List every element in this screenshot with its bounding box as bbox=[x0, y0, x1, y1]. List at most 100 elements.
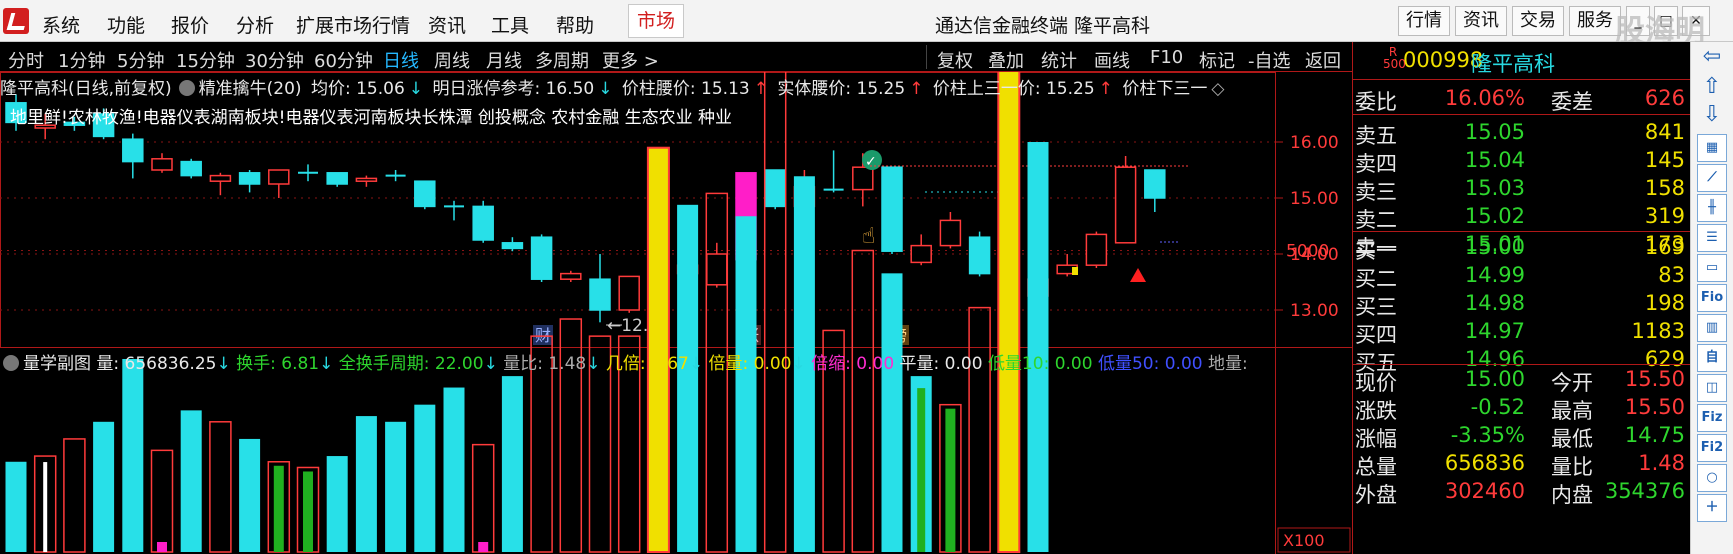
candle-body bbox=[881, 166, 903, 252]
dropdown-icon[interactable] bbox=[3, 355, 19, 371]
trade-button[interactable]: 交易 bbox=[1512, 6, 1564, 36]
kline-chart[interactable]: 16.0015.0014.0013.0015000100005000X100财涨… bbox=[0, 72, 1352, 554]
circle-icon[interactable]: ○ bbox=[1697, 464, 1727, 492]
market-button[interactable]: 市场 bbox=[628, 4, 684, 38]
tab-60min[interactable]: 60分钟 bbox=[314, 47, 373, 73]
tool-watchlist[interactable]: -自选 bbox=[1248, 47, 1291, 73]
volume-bar bbox=[93, 421, 115, 552]
candle-body bbox=[472, 205, 494, 241]
grid-icon[interactable]: ▦ bbox=[1697, 134, 1727, 162]
info-button[interactable]: 资讯 bbox=[1455, 6, 1507, 36]
vol-indicator-name: 量学副图 bbox=[23, 354, 91, 374]
add-icon[interactable]: ＋ bbox=[1697, 494, 1727, 522]
arrow-up-icon[interactable]: ⇧ bbox=[1699, 76, 1725, 98]
toolbar-separator bbox=[926, 45, 927, 69]
candle-body bbox=[910, 244, 932, 264]
tool-fuquan[interactable]: 复权 bbox=[937, 47, 973, 73]
self-icon[interactable]: 自 bbox=[1697, 344, 1727, 372]
row-value-2: 169 bbox=[1644, 235, 1685, 259]
tool-draw[interactable]: 画线 bbox=[1094, 47, 1130, 73]
volume-bar-mark bbox=[157, 542, 167, 552]
arrow-left-icon[interactable]: ⇦ bbox=[1699, 46, 1725, 68]
right-sidebar: ⇦ ⇧ ⇩ ▦ ⟋ ╫ ☰ ▭ Fio ▥ 自 ◫ Fiz Fi2 ○ ＋ bbox=[1690, 42, 1733, 554]
tool-overlay[interactable]: 叠加 bbox=[988, 47, 1024, 73]
candle-icon[interactable]: ╫ bbox=[1697, 194, 1727, 222]
tab-weekly[interactable]: 周线 bbox=[434, 47, 470, 73]
row-label: 买四 bbox=[1355, 323, 1397, 347]
avg-price: 均价: 15.06 bbox=[310, 79, 405, 99]
vol-value: 量: 656836.25 bbox=[96, 354, 217, 374]
chart-icon[interactable]: ◫ bbox=[1697, 374, 1727, 402]
menu-news[interactable]: 资讯 bbox=[428, 11, 466, 38]
menu-function[interactable]: 功能 bbox=[107, 11, 145, 38]
quotes-button[interactable]: 行情 bbox=[1398, 6, 1450, 36]
candle-body bbox=[326, 172, 348, 185]
tab-timeshare[interactable]: 分时 bbox=[8, 47, 44, 73]
f10-icon[interactable]: Fio bbox=[1697, 284, 1727, 312]
volume-bar bbox=[443, 387, 465, 552]
menu-help[interactable]: 帮助 bbox=[556, 11, 594, 38]
volume-bar bbox=[239, 438, 261, 552]
volume-bar bbox=[677, 204, 699, 552]
candle-body bbox=[501, 242, 524, 250]
down-arrow-icon: ↓ bbox=[408, 79, 424, 99]
volume-bar-mark bbox=[303, 471, 313, 552]
tab-more[interactable]: 更多 > bbox=[602, 47, 659, 73]
line-chart-icon[interactable]: ⟋ bbox=[1697, 164, 1727, 192]
buy-row: 买二 14.99 83 bbox=[1353, 263, 1691, 291]
menu-ext-market[interactable]: 扩展市场行情 bbox=[296, 11, 410, 38]
tab-30min[interactable]: 30分钟 bbox=[245, 47, 304, 73]
menu-bar: 系统 功能 报价 分析 扩展市场行情 资讯 工具 帮助 市场 通达信金融终端 隆… bbox=[0, 0, 1733, 93]
candle-body bbox=[968, 236, 991, 275]
tab-multi-period[interactable]: 多周期 bbox=[535, 47, 589, 73]
candle-body bbox=[589, 278, 611, 311]
candle-body bbox=[1085, 233, 1108, 266]
arrow-down-icon[interactable]: ⇩ bbox=[1699, 104, 1725, 126]
menu-analysis[interactable]: 分析 bbox=[236, 11, 274, 38]
news-ticker[interactable]: 地里鲜!农林牧渔!电器仪表湖南板块!电器仪表河南板块长株潭 创投概念 农村金融 … bbox=[10, 103, 732, 128]
dropdown-icon[interactable] bbox=[178, 80, 195, 96]
tool-mark[interactable]: 标记 bbox=[1199, 47, 1235, 73]
row-label: 买二 bbox=[1355, 267, 1397, 291]
menu-tools[interactable]: 工具 bbox=[491, 11, 529, 38]
volume-bar bbox=[1027, 142, 1049, 552]
volume-bar-mark bbox=[917, 388, 926, 552]
list-icon[interactable]: ☰ bbox=[1697, 224, 1727, 252]
row-value: 15.00 bbox=[1464, 235, 1525, 259]
volume-bar-mark bbox=[945, 408, 956, 552]
app-logo-icon[interactable] bbox=[3, 8, 29, 34]
tab-1min[interactable]: 1分钟 bbox=[58, 47, 105, 73]
candle-body bbox=[560, 272, 582, 280]
stat-row: 外盘 302460 内盘 354376 bbox=[1353, 479, 1691, 507]
buy-row: 买一 15.00 169 bbox=[1353, 235, 1691, 263]
menu-quote[interactable]: 报价 bbox=[171, 11, 209, 38]
tool-f10[interactable]: F10 bbox=[1150, 47, 1183, 68]
menu-system[interactable]: 系统 bbox=[42, 11, 80, 38]
order-ratio-row: 委比 16.06% 委差 626 bbox=[1353, 86, 1691, 114]
book-icon[interactable]: ▭ bbox=[1697, 254, 1727, 282]
candle-body bbox=[1144, 169, 1166, 199]
tab-5min[interactable]: 5分钟 bbox=[117, 47, 164, 73]
bars-icon[interactable]: ▥ bbox=[1697, 314, 1727, 342]
row-value: 15.05 bbox=[1464, 120, 1525, 144]
quote-panel: R 500 000998 隆平高科 委比 16.06% 委差 626 卖五 15.05 84… bbox=[1352, 42, 1691, 554]
stock-name: 隆平高科 bbox=[1471, 52, 1555, 76]
row-label: 卖四 bbox=[1355, 152, 1397, 176]
chart-header: 隆平高科(日线,前复权) 精准擒牛(20) 均价: 15.06 ↓ 明日涨停参考: … bbox=[0, 74, 1275, 100]
tool-stats[interactable]: 统计 bbox=[1041, 47, 1077, 73]
tab-daily[interactable]: 日线 bbox=[383, 47, 419, 73]
tool-back[interactable]: 返回 bbox=[1305, 47, 1341, 73]
volume-bar bbox=[355, 416, 377, 552]
candle-body bbox=[414, 180, 436, 208]
f12-icon[interactable]: Fiz bbox=[1697, 404, 1727, 432]
tab-15min[interactable]: 15分钟 bbox=[176, 47, 235, 73]
stock-header: R 500 000998 隆平高科 bbox=[1353, 42, 1690, 80]
candle-body bbox=[618, 275, 640, 311]
multiple: 几倍: 0.67 bbox=[605, 354, 689, 374]
service-button[interactable]: 服务 bbox=[1569, 6, 1621, 36]
candle-body bbox=[122, 138, 144, 163]
row-value-2: 198 bbox=[1644, 291, 1685, 315]
f12b-icon[interactable]: Fi2 bbox=[1697, 434, 1727, 462]
tab-monthly[interactable]: 月线 bbox=[486, 47, 522, 73]
row-label: 卖二 bbox=[1355, 208, 1397, 232]
